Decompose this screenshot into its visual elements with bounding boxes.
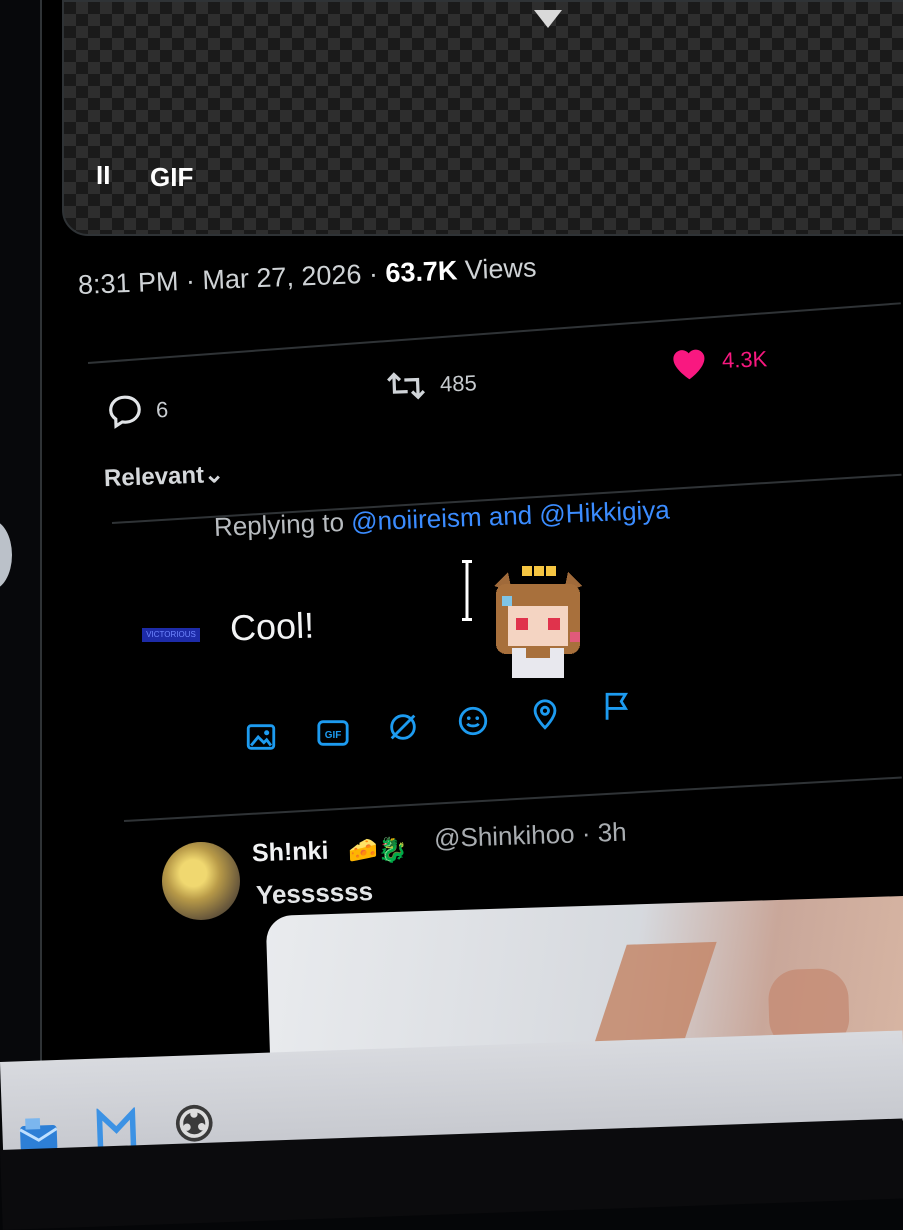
svg-text:GIF: GIF [325, 730, 342, 741]
views-label: Views [464, 252, 538, 286]
location-icon[interactable] [528, 698, 562, 732]
emoji-icon[interactable] [456, 704, 490, 738]
media-content-shape [534, 10, 562, 28]
anime-sprite-image [494, 566, 582, 678]
obs-icon[interactable] [172, 1101, 218, 1147]
sort-dropdown[interactable]: Relevant⌄ [104, 460, 225, 493]
gif-media[interactable] [62, 0, 903, 236]
and-text: and [488, 499, 533, 532]
reply-icon [105, 392, 144, 431]
post-time[interactable]: 8:31 PM [77, 266, 179, 300]
reply-stat[interactable]: 6 [105, 391, 169, 431]
reply-count: 6 [155, 396, 169, 423]
post-date[interactable]: Mar 27, 2026 [202, 259, 362, 295]
repost-count: 485 [439, 370, 478, 397]
views-count: 63.7K [384, 255, 459, 289]
image-icon[interactable] [244, 720, 278, 754]
poll-icon[interactable] [386, 710, 420, 744]
reply-text: Yessssss [255, 875, 374, 911]
like-stat[interactable]: 4.3K [667, 340, 768, 381]
flag-icon[interactable] [600, 690, 634, 724]
repost-icon [383, 366, 428, 406]
heart-icon [667, 342, 710, 381]
mention-link[interactable]: @Hikkigiya [539, 495, 670, 530]
reply-input[interactable]: Cool! [229, 605, 314, 650]
like-count: 4.3K [721, 346, 768, 373]
avatar[interactable]: VICTORIOUS [142, 628, 200, 642]
repost-stat[interactable]: 485 [383, 364, 477, 405]
sort-label: Relevant [103, 461, 205, 493]
reply-author-name[interactable]: Sh!nki [252, 837, 329, 869]
replying-prefix: Replying to [213, 507, 345, 542]
text-cursor-icon [462, 560, 472, 621]
name-emoji: 🧀🐉 [348, 837, 408, 864]
mention-link[interactable]: @noiireism [351, 502, 482, 537]
chevron-down-icon: ⌄ [203, 460, 225, 489]
pause-icon[interactable]: II [96, 160, 110, 191]
gif-icon[interactable]: GIF [316, 716, 350, 750]
gif-badge: GIF [150, 162, 194, 192]
avatar[interactable] [162, 842, 240, 920]
